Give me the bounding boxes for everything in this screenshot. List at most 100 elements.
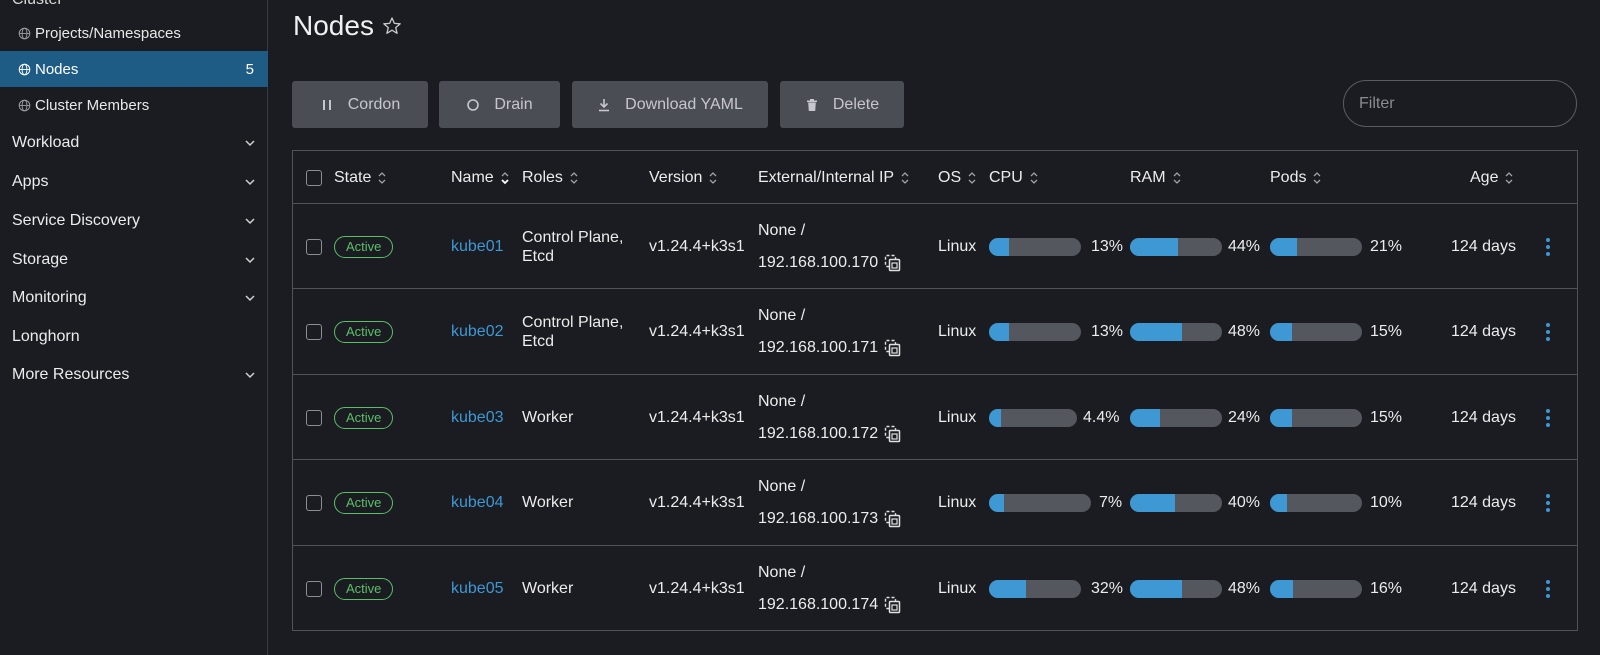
name-cell: kube01: [451, 204, 504, 289]
cpu-percent: 32%: [1091, 579, 1124, 597]
node-name-link[interactable]: kube02: [451, 323, 504, 341]
copy-icon[interactable]: [884, 254, 901, 272]
ram-usage-fill: [1130, 323, 1182, 341]
sidebar-group-storage[interactable]: Storage: [0, 241, 268, 279]
sidebar-item-nodes[interactable]: Nodes 5: [0, 51, 268, 87]
sidebar-group-workload[interactable]: Workload: [0, 124, 268, 162]
cordon-button[interactable]: Cordon: [292, 81, 428, 128]
os-text: Linux: [938, 494, 977, 511]
column-header-roles[interactable]: Roles: [522, 151, 579, 204]
copy-icon[interactable]: [884, 425, 901, 443]
row-checkbox[interactable]: [306, 238, 322, 255]
version-text: v1.24.4+k3s1: [649, 408, 745, 426]
kebab-menu-icon[interactable]: [1545, 237, 1551, 257]
pods-percent: 10%: [1370, 494, 1403, 511]
table-row[interactable]: Active kube02 Control Plane, Etcd v1.24.4+k3…: [293, 290, 1577, 375]
ram-percent-cell: 44%: [1228, 204, 1260, 289]
chevron-down-icon: [245, 179, 255, 186]
sidebar-group-service-discovery[interactable]: Service Discovery: [0, 202, 268, 240]
age-text: 124 days: [1451, 237, 1516, 255]
column-header-cpu[interactable]: CPU: [989, 151, 1039, 204]
row-checkbox[interactable]: [306, 495, 322, 511]
kebab-menu-icon[interactable]: [1545, 493, 1551, 513]
actions-cell: [1545, 375, 1551, 460]
external-ip: None /: [758, 307, 806, 324]
download-yaml-button[interactable]: Download YAML: [572, 81, 768, 128]
kebab-menu-icon[interactable]: [1545, 408, 1551, 428]
age-text: 124 days: [1451, 579, 1516, 597]
pods-usage-bar: [1270, 494, 1362, 512]
pods-bar-cell: [1270, 204, 1362, 289]
node-name-link[interactable]: kube03: [451, 409, 504, 427]
table-row[interactable]: Active kube05 Worker v1.24.4+k3s1 None / 192.…: [293, 546, 1577, 631]
sidebar-group-monitoring[interactable]: Monitoring: [0, 279, 268, 317]
node-name-link[interactable]: kube04: [451, 494, 504, 512]
pods-usage-bar: [1270, 408, 1362, 427]
column-header-label: OS: [938, 168, 962, 186]
pods-usage-fill: [1270, 237, 1297, 256]
cpu-usage-fill: [989, 494, 1004, 512]
cpu-usage-bar: [989, 579, 1081, 598]
internal-ip: 192.168.100.171: [758, 339, 879, 356]
ram-bar-cell: [1130, 290, 1222, 375]
version-text: v1.24.4+k3s1: [649, 494, 745, 511]
cpu-percent-cell: 13%: [1091, 204, 1123, 289]
table-row[interactable]: Active kube04 Worker v1.24.4+k3s1 None / 192.…: [293, 461, 1577, 546]
pods-percent: 15%: [1370, 408, 1403, 426]
pods-usage-bar: [1270, 579, 1362, 598]
select-all-checkbox[interactable]: [306, 169, 322, 186]
roles-cell: Control Plane, Etcd: [522, 290, 623, 375]
sidebar-group-longhorn[interactable]: Longhorn: [0, 318, 268, 356]
node-name-link[interactable]: kube01: [451, 238, 504, 256]
pods-percent: 15%: [1370, 323, 1403, 340]
column-header-age[interactable]: Age: [1470, 151, 1514, 204]
row-checkbox[interactable]: [306, 324, 322, 340]
sidebar-item-projects-namespaces[interactable]: Projects/Namespaces: [0, 15, 268, 51]
sidebar-group-label: Apps: [12, 173, 49, 190]
roles-line-2: Etcd: [522, 333, 555, 350]
cpu-bar-cell: [989, 546, 1081, 631]
roles-line-1: Worker: [522, 408, 574, 426]
pods-usage-fill: [1270, 494, 1287, 512]
sidebar-item-cluster-members[interactable]: Cluster Members: [0, 87, 268, 123]
node-name-link[interactable]: kube05: [451, 580, 504, 598]
cpu-percent-cell: 32%: [1091, 546, 1123, 631]
star-outline-icon[interactable]: [382, 16, 402, 36]
row-checkbox[interactable]: [306, 580, 322, 597]
name-cell: kube05: [451, 546, 504, 631]
roles-line-1: Worker: [522, 579, 574, 597]
os-cell: Linux: [938, 546, 976, 631]
os-text: Linux: [938, 579, 977, 597]
filter-input[interactable]: [1343, 80, 1577, 127]
kebab-menu-icon[interactable]: [1545, 579, 1551, 599]
column-header-version[interactable]: Version: [649, 151, 718, 204]
table-row[interactable]: Active kube01 Control Plane, Etcd v1.24.4+k3…: [293, 204, 1577, 289]
roles-cell: Worker: [522, 375, 573, 460]
os-text: Linux: [938, 237, 977, 255]
copy-icon[interactable]: [884, 510, 901, 528]
delete-button[interactable]: Delete: [780, 81, 904, 128]
sidebar-group-apps[interactable]: Apps: [0, 163, 268, 201]
column-header-name[interactable]: Name: [451, 151, 510, 204]
column-header-pods[interactable]: Pods: [1270, 151, 1322, 204]
column-header-ip[interactable]: External/Internal IP: [758, 151, 910, 204]
chevron-down-icon: [245, 372, 255, 379]
column-header-label: Age: [1470, 168, 1499, 186]
row-checkbox[interactable]: [306, 409, 322, 426]
ram-bar-cell: [1130, 375, 1222, 460]
roles-cell: Control Plane, Etcd: [522, 204, 623, 289]
kebab-menu-icon[interactable]: [1545, 322, 1551, 342]
ip-cell: None / 192.168.100.173: [758, 461, 901, 546]
copy-icon[interactable]: [884, 339, 901, 357]
ram-usage-fill: [1130, 408, 1160, 427]
column-header-ram[interactable]: RAM: [1130, 151, 1182, 204]
pods-percent-cell: 21%: [1370, 204, 1402, 289]
column-header-os[interactable]: OS: [938, 151, 977, 204]
column-header-label: CPU: [989, 168, 1023, 186]
copy-icon[interactable]: [884, 596, 901, 614]
drain-button[interactable]: Drain: [439, 81, 560, 128]
sidebar-group-more-resources[interactable]: More Resources: [0, 356, 268, 394]
cpu-percent: 4.4%: [1083, 408, 1120, 426]
column-header-state[interactable]: State: [334, 151, 387, 204]
table-row[interactable]: Active kube03 Worker v1.24.4+k3s1 None / 192.…: [293, 375, 1577, 460]
